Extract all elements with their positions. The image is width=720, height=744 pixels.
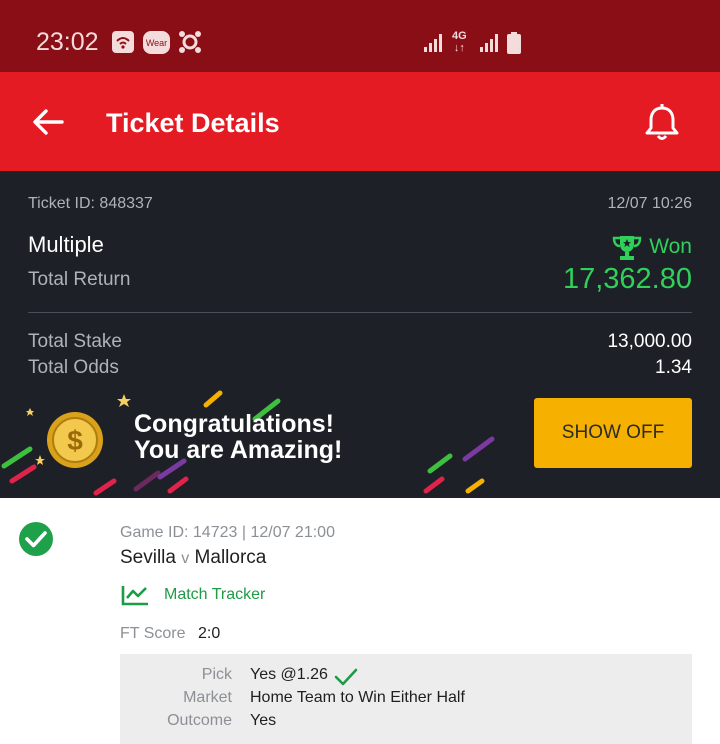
back-arrow-icon[interactable] (32, 108, 64, 136)
total-odds-label: Total Odds (28, 357, 119, 378)
outcome-label: Outcome (167, 712, 232, 729)
ticket-datetime: 12/07 10:26 (607, 195, 692, 212)
show-off-button[interactable]: SHOW OFF (534, 398, 692, 468)
wifi-calling-icon (112, 31, 134, 53)
match-tracker-icon (121, 586, 148, 606)
outcome-value: Yes (250, 712, 277, 729)
game-info: Game ID: 14723 | 12/07 21:00 (120, 524, 335, 541)
market-value: Home Team to Win Either Half (250, 689, 465, 706)
ft-score-value: 2:0 (198, 625, 221, 642)
congrats-text: Congratulations! You are Amazing! (134, 410, 343, 464)
page-title: Ticket Details (106, 108, 280, 138)
ticket-summary-card: Ticket ID: 848337 12/07 10:26 Multiple W… (0, 171, 720, 498)
away-team: Mallorca (194, 547, 267, 568)
match-teams: Sevilla v Mallorca (120, 547, 266, 569)
pick-check-icon (334, 668, 358, 686)
total-return-label: Total Return (28, 269, 131, 290)
check-circle-icon (19, 522, 53, 556)
total-stake-value: 13,000.00 (607, 331, 692, 352)
signal-icon (424, 34, 442, 52)
battery-icon (507, 32, 521, 54)
won-status: Won (611, 233, 692, 261)
match-tracker-link[interactable]: Match Tracker (120, 583, 265, 607)
won-label: Won (649, 235, 692, 258)
bet-type: Multiple (28, 232, 104, 257)
ft-score-label: FT Score (120, 625, 186, 642)
total-return-value: 17,362.80 (562, 263, 692, 295)
pick-value: Yes @1.26 (250, 666, 328, 683)
coin-icon: $ (47, 412, 103, 468)
total-stake-label: Total Stake (28, 331, 122, 352)
versus-label: v (181, 550, 190, 567)
match-tracker-label: Match Tracker (164, 586, 266, 603)
svg-text:$: $ (67, 425, 83, 456)
pick-label: Pick (201, 666, 232, 683)
market-label: Market (183, 689, 232, 706)
total-odds-value: 1.34 (655, 357, 692, 378)
app-bar: Ticket Details (0, 72, 720, 171)
divider (28, 312, 692, 313)
status-time: 23:02 (36, 28, 99, 56)
game-launcher-icon (179, 31, 201, 53)
signal-icon-2 (480, 34, 498, 52)
trophy-icon (612, 236, 642, 260)
status-bar: 23:02 Wear 4G ↓↑ (0, 0, 720, 72)
wear-badge-icon: Wear (143, 31, 170, 54)
home-team: Sevilla (120, 547, 176, 568)
notification-bell-icon[interactable] (644, 104, 680, 142)
network-4g-icon: 4G ↓↑ (452, 30, 467, 54)
pick-details-box: Pick Yes @1.26 Market Home Team to Win E… (120, 654, 692, 744)
ticket-id: Ticket ID: 848337 (28, 195, 153, 212)
